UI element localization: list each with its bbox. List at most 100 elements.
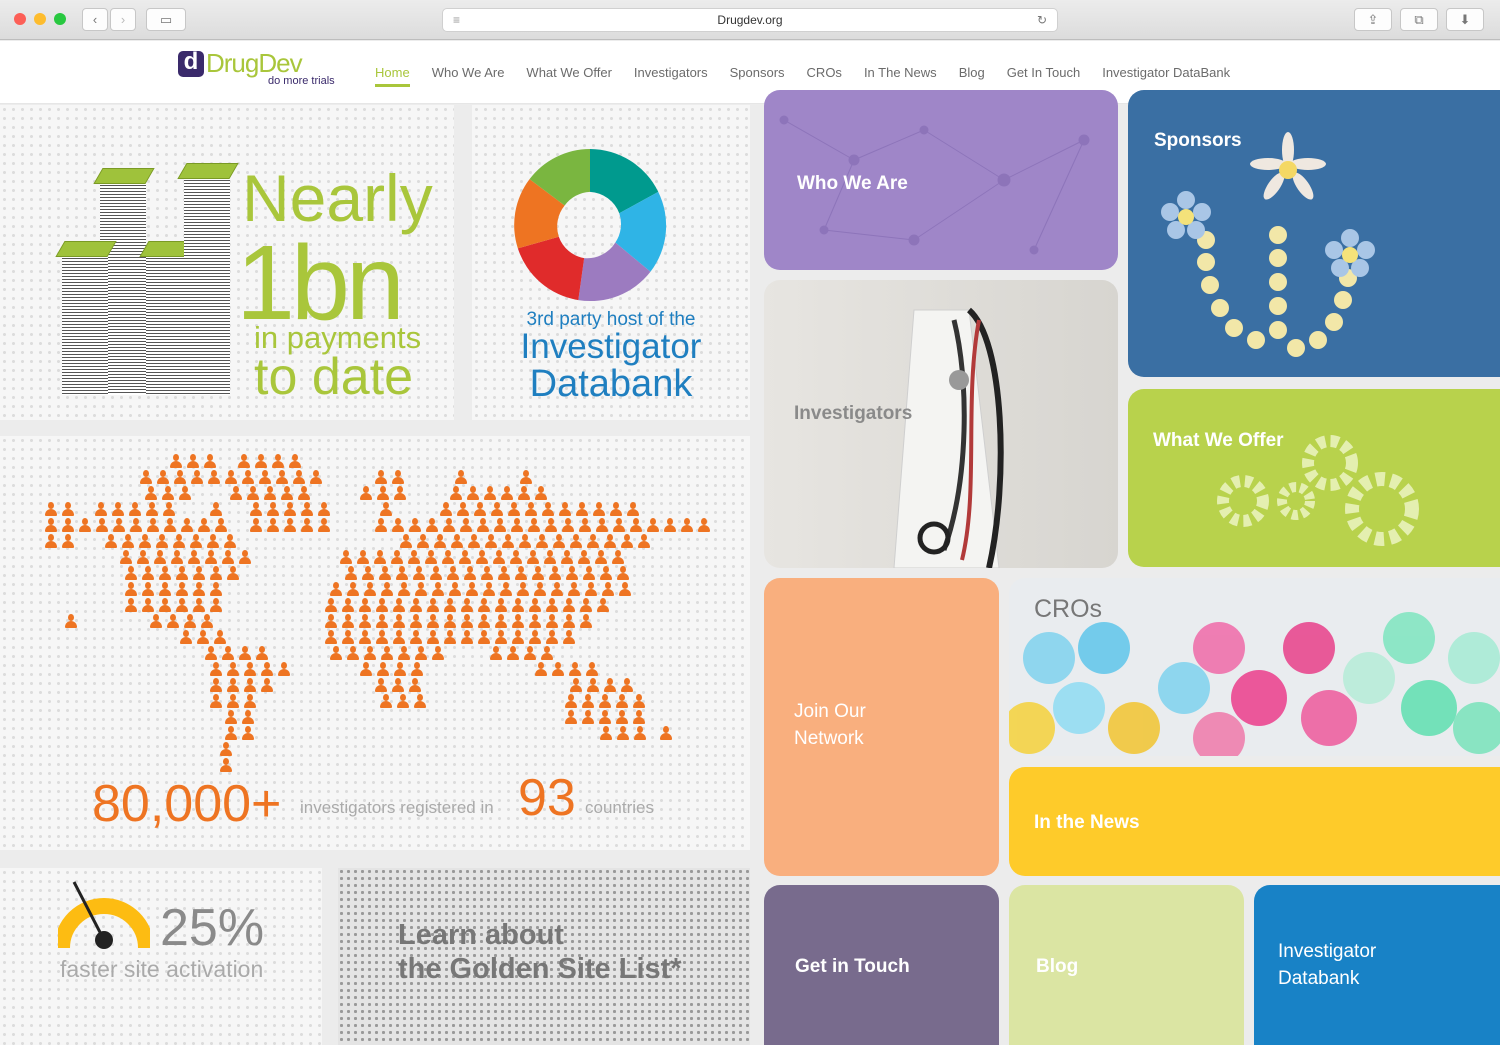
nav-sponsors[interactable]: Sponsors <box>730 65 785 80</box>
investigator-figure-icon <box>483 582 495 598</box>
zoom-window-button[interactable] <box>54 13 66 25</box>
address-bar[interactable]: ≡ Drugdev.org ↻ <box>442 8 1058 32</box>
investigator-figure-icon <box>184 614 196 630</box>
tile-blog[interactable]: Blog <box>1009 885 1244 1045</box>
investigator-figure-icon <box>569 662 581 678</box>
investigator-figure-icon <box>139 534 151 550</box>
investigator-figure-icon <box>477 518 489 534</box>
investigator-figure-icon <box>193 582 205 598</box>
investigator-figure-icon <box>467 486 479 502</box>
investigator-figure-icon <box>129 502 141 518</box>
investigator-figure-icon <box>276 470 288 486</box>
investigator-figure-icon <box>244 694 256 710</box>
investigator-figure-icon <box>457 502 469 518</box>
investigator-figure-icon <box>284 502 296 518</box>
close-window-button[interactable] <box>14 13 26 25</box>
nav-in-the-news[interactable]: In The News <box>864 65 937 80</box>
investigator-figure-icon <box>173 534 185 550</box>
investigator-figure-icon <box>220 742 232 758</box>
share-button[interactable]: ⇪ <box>1354 8 1392 31</box>
investigator-figure-icon <box>62 534 74 550</box>
investigator-figure-icon <box>621 534 633 550</box>
tile-cros[interactable]: CROs <box>1009 578 1500 756</box>
investigator-figure-icon <box>534 582 546 598</box>
investigator-figure-icon <box>580 614 592 630</box>
investigator-figure-icon <box>120 550 132 566</box>
investigator-figure-icon <box>374 550 386 566</box>
tile-in-the-news[interactable]: In the News <box>1009 767 1500 876</box>
nav-blog[interactable]: Blog <box>959 65 985 80</box>
investigator-figure-icon <box>638 534 650 550</box>
investigator-figure-icon <box>520 470 532 486</box>
investigator-figure-icon <box>225 470 237 486</box>
investigator-figure-icon <box>582 694 594 710</box>
tile-get-in-touch[interactable]: Get in Touch <box>764 885 999 1045</box>
investigator-figure-icon <box>398 646 410 662</box>
nav-what-we-offer[interactable]: What We Offer <box>526 65 612 80</box>
tile-investigator-databank[interactable]: Investigator Databank <box>1254 885 1500 1045</box>
tabs-button[interactable]: ⧉ <box>1400 8 1438 31</box>
investigator-figure-icon <box>500 582 512 598</box>
sidebar-button[interactable]: ▭ <box>146 8 186 31</box>
investigator-figure-icon <box>561 550 573 566</box>
investigator-figure-icon <box>612 550 624 566</box>
investigator-figure-icon <box>409 678 421 694</box>
investigator-figure-icon <box>415 582 427 598</box>
investigator-figure-icon <box>599 710 611 726</box>
tile-investigators-label: Investigators <box>794 403 913 424</box>
investigator-figure-icon <box>393 630 405 646</box>
investigator-figure-icon <box>524 646 536 662</box>
nav-get-in-touch[interactable]: Get In Touch <box>1007 65 1080 80</box>
investigator-figure-icon <box>587 534 599 550</box>
investigator-figure-icon <box>515 566 527 582</box>
tile-join-network[interactable]: Join Our Network <box>764 578 999 876</box>
investigator-figure-icon <box>434 534 446 550</box>
golden-line1: Learn about <box>398 919 564 951</box>
investigator-figure-icon <box>570 534 582 550</box>
tile-in-the-news-label: In the News <box>1034 812 1140 833</box>
investigator-figure-icon <box>330 646 342 662</box>
investigator-figure-icon <box>142 598 154 614</box>
tile-who-we-are[interactable]: Who We Are <box>764 90 1118 270</box>
investigator-figure-icon <box>536 534 548 550</box>
investigator-figure-icon <box>377 662 389 678</box>
investigator-figure-icon <box>193 566 205 582</box>
nav-cros[interactable]: CROs <box>807 65 842 80</box>
investigator-figure-icon <box>137 550 149 566</box>
investigator-figure-icon <box>409 518 421 534</box>
investigator-figure-icon <box>681 518 693 534</box>
downloads-button[interactable]: ⬇ <box>1446 8 1484 31</box>
investigator-figure-icon <box>225 710 237 726</box>
investigator-figure-icon <box>579 518 591 534</box>
golden-site-panel[interactable]: Learn about the Golden Site List* <box>338 868 750 1045</box>
investigator-figure-icon <box>410 614 422 630</box>
investigator-figure-icon <box>494 518 506 534</box>
forward-button[interactable]: › <box>110 8 136 31</box>
drugdev-logo[interactable]: d DrugDev do more trials <box>178 48 348 91</box>
reload-icon[interactable]: ↻ <box>1037 9 1047 31</box>
investigator-figure-icon <box>301 518 313 534</box>
gears-icon <box>1217 435 1419 546</box>
investigator-figure-icon <box>65 614 77 630</box>
tile-sponsors[interactable]: Sponsors <box>1128 90 1500 377</box>
investigator-figure-icon <box>145 486 157 502</box>
investigator-figure-icon <box>408 550 420 566</box>
tile-what-we-offer[interactable]: What We Offer <box>1128 389 1500 567</box>
investigator-figure-icon <box>188 550 200 566</box>
minimize-window-button[interactable] <box>34 13 46 25</box>
logo-tagline: do more trials <box>268 75 335 87</box>
investigator-figure-icon <box>529 614 541 630</box>
investigator-figure-icon <box>546 630 558 646</box>
investigator-figure-icon <box>264 486 276 502</box>
back-button[interactable]: ‹ <box>82 8 108 31</box>
investigator-figure-icon <box>364 646 376 662</box>
nav-investigators[interactable]: Investigators <box>634 65 708 80</box>
investigator-figure-icon <box>568 582 580 598</box>
nav-home[interactable]: Home <box>375 65 410 87</box>
investigator-figure-icon <box>455 470 467 486</box>
investigator-figure-icon <box>392 470 404 486</box>
nav-investigator-databank[interactable]: Investigator DataBank <box>1102 65 1230 80</box>
nav-who-we-are[interactable]: Who We Are <box>432 65 505 80</box>
reader-icon[interactable]: ≡ <box>453 9 460 31</box>
tile-investigators[interactable]: Investigators <box>764 280 1118 568</box>
